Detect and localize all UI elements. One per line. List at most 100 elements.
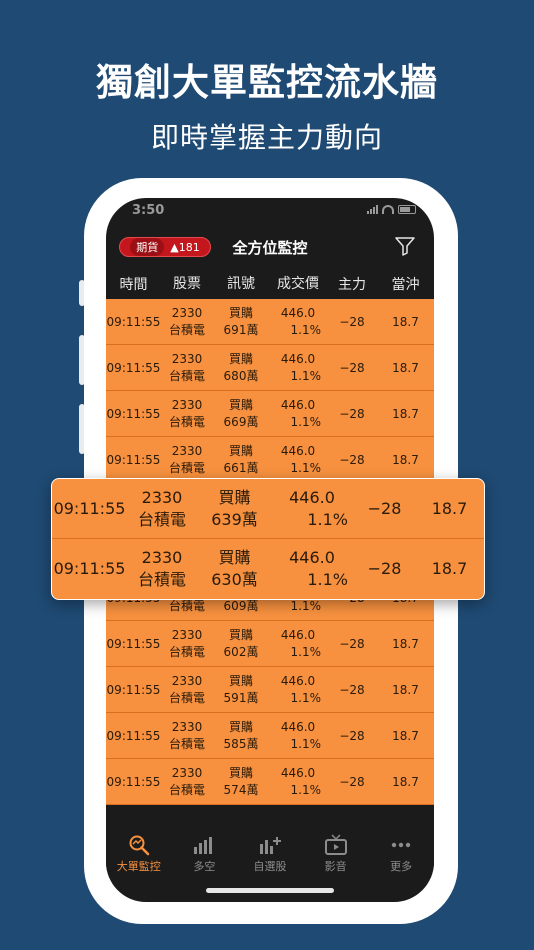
cell-time: 09:11:55 xyxy=(106,636,161,651)
stock-name: 台積電 xyxy=(168,782,205,797)
cell-day-trade: 18.7 xyxy=(392,636,419,651)
cell-day-trade: 18.7 xyxy=(392,360,419,375)
price-value: 446.0 xyxy=(280,673,316,688)
cell-time: 09:11:55 xyxy=(106,682,161,697)
table-row[interactable]: 09:11:55 2330 台積電 買購 669萬 446.0 1.1% −28 18.7 xyxy=(106,391,434,437)
signal-amount: 661萬 xyxy=(223,460,259,475)
price-value: 446.0 xyxy=(280,351,316,366)
cell-main-force: −28 xyxy=(339,360,365,375)
tab-watchlist[interactable]: 自選股 xyxy=(237,828,303,878)
tab-video[interactable]: 影音 xyxy=(303,828,369,878)
status-time: 3:50 xyxy=(132,203,165,218)
stock-name: 台積電 xyxy=(168,690,205,705)
signal-amount: 630萬 xyxy=(211,569,258,589)
more-dots-icon xyxy=(391,842,411,848)
cell-main-force: −28 xyxy=(339,682,365,697)
signal-type: 買購 xyxy=(218,487,251,507)
signal-amount: 669萬 xyxy=(223,414,259,429)
home-indicator xyxy=(206,888,334,893)
table-row[interactable]: 09:11:55 2330 台積電 買購 661萬 446.0 1.1% −28 18.7 xyxy=(106,437,434,483)
cell-price: 446.0 1.1% xyxy=(269,673,327,707)
signal-type: 買購 xyxy=(218,547,251,567)
column-time[interactable]: 時間 xyxy=(106,274,161,294)
cell-main-force: −28 xyxy=(339,406,365,421)
cell-day-trade: 18.7 xyxy=(431,559,468,578)
column-main-force[interactable]: 主力 xyxy=(327,274,377,294)
cell-day-trade: 18.7 xyxy=(392,774,419,789)
cell-stock: 2330台積電 xyxy=(161,397,213,431)
cell-stock: 2330台積電 xyxy=(161,305,213,339)
price-change: 1.1% xyxy=(290,690,322,705)
price-value: 446.0 xyxy=(280,443,316,458)
cell-stock: 2330台積電 xyxy=(161,351,213,385)
tv-icon xyxy=(324,834,347,855)
highlight-row[interactable]: 09:11:55 2330 台積電 買購 630萬 446.0 1.1% −28 18.7 xyxy=(52,538,484,598)
price-value: 446.0 xyxy=(280,719,316,734)
cell-signal: 買購 680萬 xyxy=(213,351,269,385)
tab-label: 自選股 xyxy=(253,860,287,873)
cell-time: 09:11:55 xyxy=(106,406,161,421)
price-change: 1.1% xyxy=(290,736,322,751)
column-signal[interactable]: 訊號 xyxy=(213,276,269,293)
cell-price: 446.0 1.1% xyxy=(269,719,327,753)
tab-label: 多空 xyxy=(193,860,216,873)
cell-day-trade: 18.7 xyxy=(392,682,419,697)
tab-label: 更多 xyxy=(390,860,413,873)
cell-time: 09:11:55 xyxy=(106,728,161,743)
cell-stock: 2330台積電 xyxy=(127,547,197,591)
price-value: 446.0 xyxy=(280,765,316,780)
cell-signal: 買購 669萬 xyxy=(213,397,269,431)
cell-main-force: −28 xyxy=(367,559,402,578)
column-day-trade[interactable]: 當沖 xyxy=(377,274,434,294)
cell-signal: 買購 585萬 xyxy=(213,719,269,753)
column-stock[interactable]: 股票 xyxy=(161,276,213,293)
price-change: 1.1% xyxy=(290,368,322,383)
price-change: 1.1% xyxy=(307,569,348,589)
price-change: 1.1% xyxy=(290,460,322,475)
cell-stock: 2330台積電 xyxy=(161,765,213,799)
table-row[interactable]: 09:11:55 2330 台積電 買購 691萬 446.0 1.1% −28 18.7 xyxy=(106,299,434,345)
cell-price: 446.0 1.1% xyxy=(269,397,327,431)
cell-time: 09:11:55 xyxy=(106,360,161,375)
table-row[interactable]: 09:11:55 2330 台積電 買購 585萬 446.0 1.1% −28 18.7 xyxy=(106,713,434,759)
cell-time: 09:11:55 xyxy=(106,452,161,467)
tab-more[interactable]: 更多 xyxy=(368,828,434,878)
cell-price: 446.0 1.1% xyxy=(269,627,327,661)
table-row[interactable]: 09:11:55 2330 台積電 買購 574萬 446.0 1.1% −28 18.7 xyxy=(106,759,434,805)
stock-code: 2330 xyxy=(171,351,203,366)
cell-time: 09:11:55 xyxy=(53,499,126,518)
cell-signal: 買購 591萬 xyxy=(213,673,269,707)
stock-name: 台積電 xyxy=(168,414,205,429)
highlight-row[interactable]: 09:11:55 2330 台積電 買購 639萬 446.0 1.1% −28 18.7 xyxy=(52,479,484,538)
cell-signal: 買購 661萬 xyxy=(213,443,269,477)
column-price[interactable]: 成交價 xyxy=(269,276,327,293)
cell-stock: 2330台積電 xyxy=(161,719,213,753)
cell-time: 09:11:55 xyxy=(53,559,126,578)
tab-big-order-monitor[interactable]: 大單監控 xyxy=(106,828,172,878)
cell-main-force: −28 xyxy=(339,314,365,329)
cell-day-trade: 18.7 xyxy=(392,728,419,743)
signal-type: 買購 xyxy=(228,305,253,320)
stock-name: 台積電 xyxy=(168,736,205,751)
table-row[interactable]: 09:11:55 2330 台積電 買購 680萬 446.0 1.1% −28 18.7 xyxy=(106,345,434,391)
filter-icon[interactable] xyxy=(394,236,416,256)
bar-chart-icon xyxy=(194,837,213,854)
tab-long-short[interactable]: 多空 xyxy=(172,828,238,878)
phone-notch xyxy=(182,198,358,226)
stock-code: 2330 xyxy=(171,627,203,642)
signal-type: 買購 xyxy=(228,443,253,458)
cell-signal: 買購 574萬 xyxy=(213,765,269,799)
signal-type: 買購 xyxy=(228,397,253,412)
tab-label: 大單監控 xyxy=(116,860,161,873)
signal-icon xyxy=(367,205,378,214)
chart-plus-icon xyxy=(259,837,281,854)
table-row[interactable]: 09:11:55 2330 台積電 買購 602萬 446.0 1.1% −28 18.7 xyxy=(106,621,434,667)
price-change: 1.1% xyxy=(290,644,322,659)
cell-stock: 2330台積電 xyxy=(161,673,213,707)
signal-type: 買購 xyxy=(228,719,253,734)
table-row[interactable]: 09:11:55 2330 台積電 買購 591萬 446.0 1.1% −28 18.7 xyxy=(106,667,434,713)
stock-code: 2330 xyxy=(141,487,183,507)
signal-amount: 680萬 xyxy=(223,368,259,383)
signal-amount: 639萬 xyxy=(211,509,258,529)
signal-type: 買購 xyxy=(228,673,253,688)
